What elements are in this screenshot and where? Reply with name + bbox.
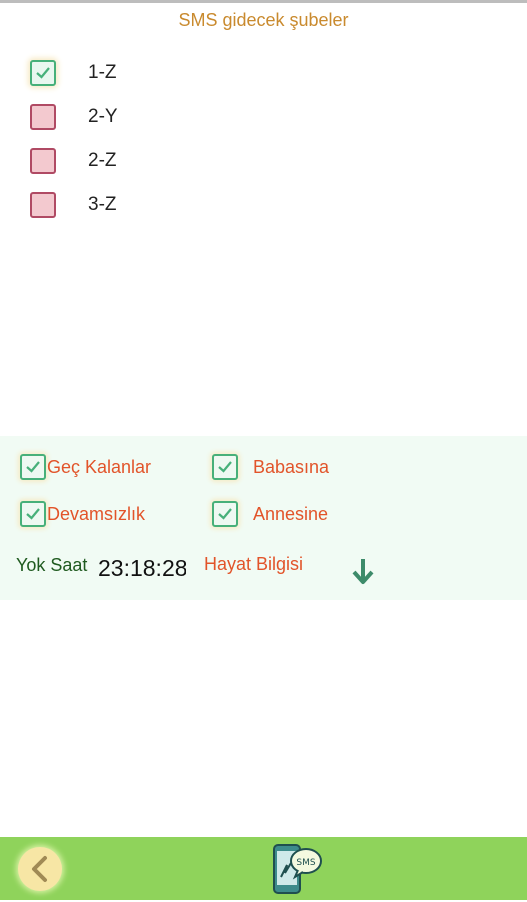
arrow-down-icon[interactable]: [350, 556, 376, 591]
checkbox-unchecked-icon[interactable]: [30, 192, 56, 218]
yok-saat-label: Yok Saat: [16, 555, 88, 575]
option-devamsizlik[interactable]: Devamsızlık: [20, 501, 190, 531]
sms-phone-icon: SMS: [273, 844, 322, 894]
option-annesine[interactable]: Annesine: [212, 501, 372, 531]
branch-item-1-z[interactable]: 1-Z: [28, 56, 228, 92]
top-divider: [0, 0, 527, 3]
checkbox-checked-icon[interactable]: [30, 60, 56, 86]
option-label: Annesine: [253, 504, 329, 524]
option-babasina[interactable]: Babasına: [212, 454, 372, 484]
branch-item-3-z[interactable]: 3-Z: [28, 188, 228, 224]
branch-label: 3-Z: [88, 194, 117, 215]
branch-label: 2-Z: [88, 150, 117, 171]
yok-saat-input[interactable]: 23:18:28: [98, 555, 186, 582]
option-label: Geç Kalanlar: [47, 457, 152, 477]
sms-send-button[interactable]: SMS: [268, 841, 324, 902]
checkbox-unchecked-icon[interactable]: [30, 148, 56, 174]
branch-item-2-y[interactable]: 2-Y: [28, 100, 228, 136]
branch-label: 2-Y: [88, 106, 118, 127]
option-gec-kalanlar[interactable]: Geç Kalanlar: [20, 454, 190, 484]
sms-options-panel: Geç Kalanlar Devamsızlık Babasına Annesi…: [0, 436, 527, 600]
svg-text:SMS: SMS: [296, 858, 315, 868]
back-button[interactable]: [18, 847, 62, 891]
checkbox-checked-icon[interactable]: [212, 501, 238, 527]
branch-label: 1-Z: [88, 62, 117, 83]
page-title: SMS gidecek şubeler: [178, 10, 349, 30]
branch-item-2-z[interactable]: 2-Z: [28, 144, 228, 180]
bottom-toolbar: SMS: [0, 837, 527, 900]
checkbox-unchecked-icon[interactable]: [30, 104, 56, 130]
chevron-left-icon: [32, 856, 47, 882]
checkbox-checked-icon[interactable]: [212, 454, 238, 480]
option-label: Babasına: [253, 457, 330, 477]
hayat-bilgisi-button[interactable]: Hayat Bilgisi: [204, 554, 303, 575]
checkbox-checked-icon[interactable]: [20, 501, 46, 527]
option-label: Devamsızlık: [47, 504, 146, 524]
checkbox-checked-icon[interactable]: [20, 454, 46, 480]
